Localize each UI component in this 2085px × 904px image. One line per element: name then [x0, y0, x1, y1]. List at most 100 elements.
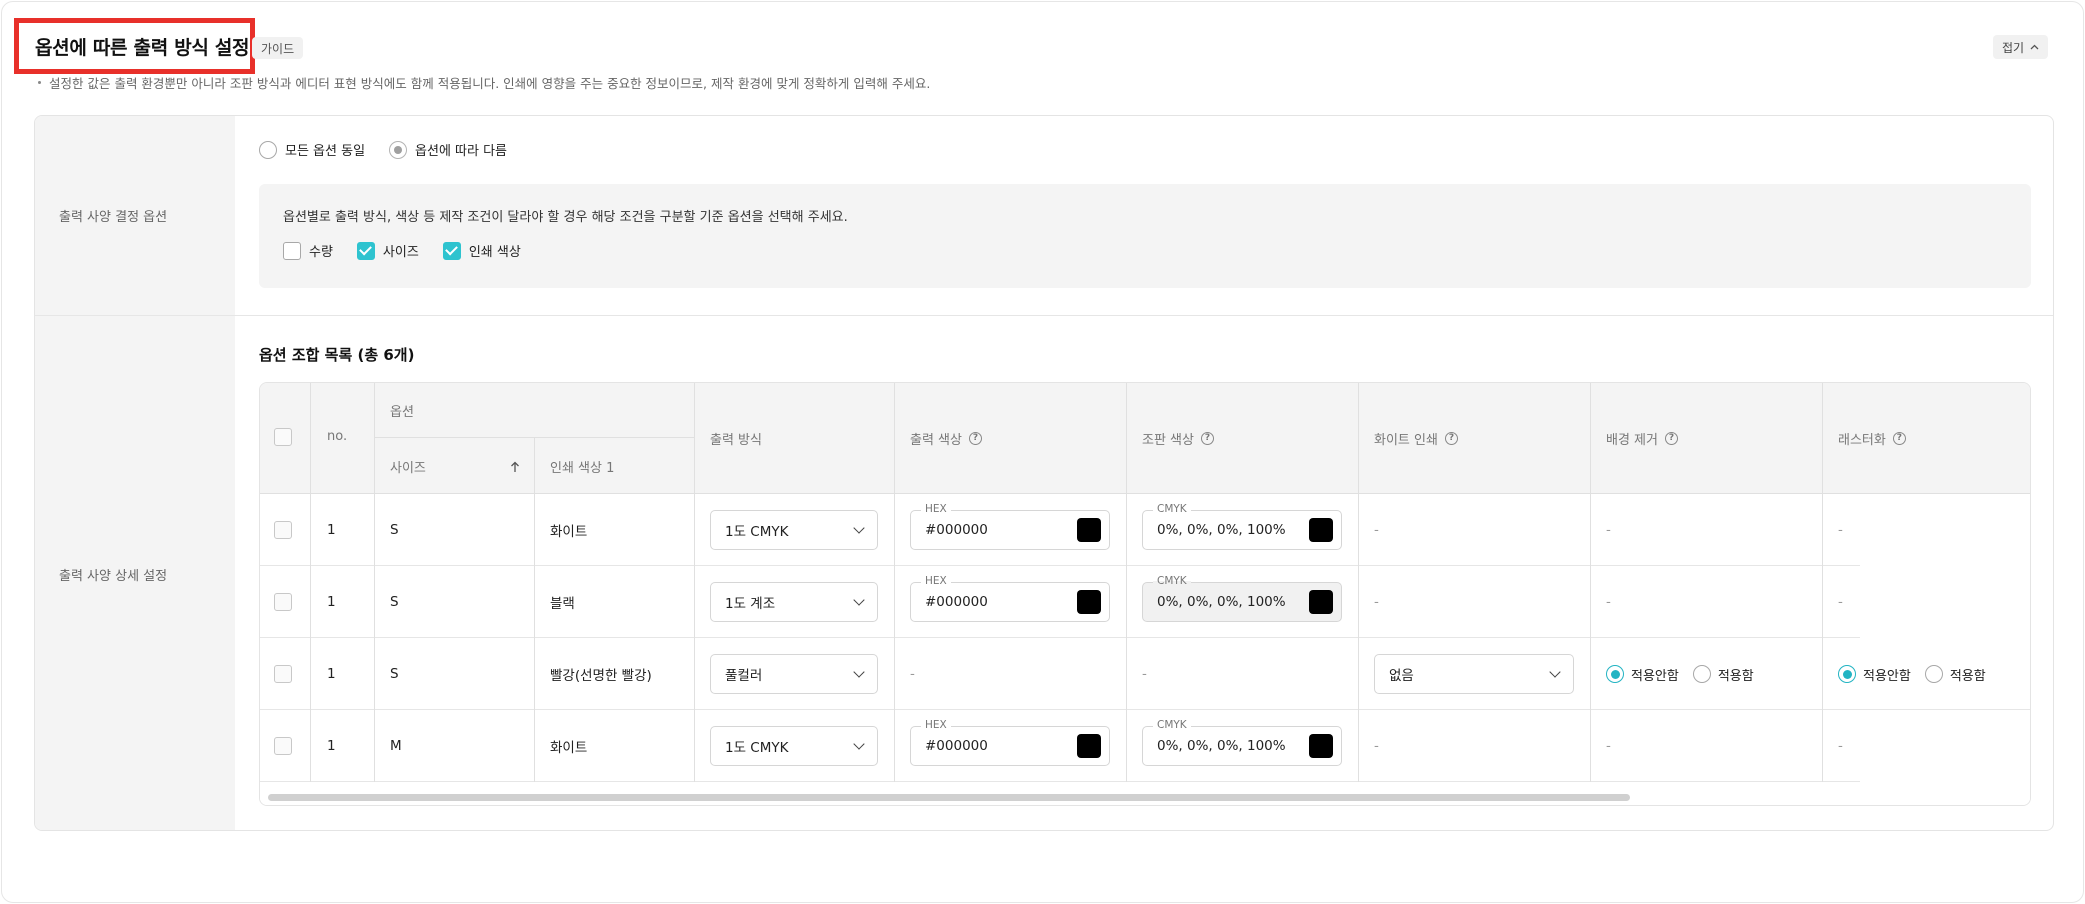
- header-output-color: 출력 색상?: [910, 429, 982, 448]
- output-method-select[interactable]: 1도 계조: [710, 582, 878, 622]
- chevron-down-icon: [853, 594, 865, 606]
- row-no: 1: [327, 594, 336, 610]
- hex-color-field[interactable]: HEX #000000: [910, 503, 1110, 550]
- output-method-select[interactable]: 1도 CMYK: [710, 726, 878, 766]
- row-checkbox[interactable]: [274, 494, 292, 566]
- help-icon[interactable]: ?: [968, 432, 982, 445]
- help-icon[interactable]: ?: [1664, 432, 1678, 445]
- bg-removal-on-radio[interactable]: 적용함: [1692, 665, 1754, 684]
- color-swatch[interactable]: [1309, 734, 1333, 758]
- condition-text: 옵션별로 출력 방식, 색상 등 제작 조건이 달라야 할 경우 해당 조건을 …: [283, 210, 848, 225]
- table-row: 1 M 화이트 1도 CMYK HEX #000000 CMYK 0%, 0%,…: [260, 710, 1860, 782]
- header-option-group: 옵션: [390, 405, 414, 420]
- color-swatch[interactable]: [1077, 518, 1101, 542]
- checkbox-label: 사이즈: [382, 245, 419, 260]
- checkbox-quantity[interactable]: 수량: [283, 241, 333, 260]
- hex-color-field[interactable]: HEX #000000: [910, 719, 1110, 766]
- horizontal-scrollbar[interactable]: [260, 789, 2030, 805]
- row-print-color: 블랙: [550, 596, 575, 612]
- checkbox-box: [283, 241, 301, 260]
- cmyk-value: 0%, 0%, 0%, 100%: [1157, 522, 1286, 538]
- color-swatch[interactable]: [1309, 518, 1333, 542]
- page-title: 옵션에 따른 출력 방식 설정: [35, 36, 250, 59]
- radio-varies-by-option[interactable]: 옵션에 따라 다름: [389, 140, 507, 159]
- row-print-color: 화이트: [550, 740, 588, 756]
- radio-all-same[interactable]: 모든 옵션 동일: [259, 140, 365, 159]
- hex-value: #000000: [925, 738, 988, 754]
- radio-circle: [1924, 665, 1943, 683]
- radio-label: 모든 옵션 동일: [285, 144, 366, 159]
- description-text: 설정한 값은 출력 환경뿐만 아니라 조판 방식과 에디터 표현 방식에도 함께…: [49, 76, 931, 91]
- cmyk-color-field[interactable]: CMYK 0%, 0%, 0%, 100%: [1142, 719, 1342, 766]
- decision-options-label: 출력 사양 결정 옵션: [35, 116, 235, 315]
- radio-circle-selected: [1606, 665, 1624, 683]
- header-output-color-label: 출력 색상: [910, 433, 962, 448]
- chevron-up-icon: [2030, 44, 2039, 50]
- rasterize-empty: -: [1838, 594, 1843, 610]
- spec-settings-box: 출력 사양 결정 옵션 모든 옵션 동일 옵션에 따라 다름 옵션별로 출력 방…: [34, 115, 2054, 831]
- white-print-empty: -: [1374, 738, 1379, 754]
- row-checkbox[interactable]: [274, 638, 292, 710]
- white-print-value: 없음: [1389, 668, 1414, 684]
- radio-circle-selected: [389, 140, 408, 159]
- bg-removal-radio-group: 적용안함 적용함: [1606, 638, 1754, 710]
- radio-label: 적용안함: [1631, 668, 1679, 684]
- bg-removal-off-radio[interactable]: 적용안함: [1606, 665, 1679, 684]
- collapse-button[interactable]: 접기: [1993, 35, 2049, 59]
- cmyk-field-label: CMYK: [1153, 719, 1191, 731]
- row-no: 1: [327, 666, 336, 682]
- header-size[interactable]: 사이즈: [390, 457, 520, 476]
- hex-color-field[interactable]: HEX #000000: [910, 575, 1110, 622]
- white-print-empty: -: [1374, 522, 1379, 538]
- checkbox-box: [274, 428, 292, 446]
- scrollbar-thumb[interactable]: [268, 794, 1630, 801]
- hex-value: #000000: [925, 594, 988, 610]
- checkbox-box-checked: [356, 241, 375, 260]
- cmyk-field-label: CMYK: [1153, 503, 1191, 515]
- header-size-label: 사이즈: [390, 461, 426, 476]
- bg-removal-empty: -: [1606, 738, 1611, 754]
- help-icon[interactable]: ?: [1892, 432, 1906, 445]
- header-print-color-1: 인쇄 색상 1: [550, 461, 615, 476]
- rasterize-off-radio[interactable]: 적용안함: [1838, 665, 1911, 684]
- detail-settings-row: 출력 사양 상세 설정 옵션 조합 목록 (총 6개) no. 옵션 사이즈 인…: [35, 316, 2053, 830]
- chevron-down-icon: [853, 666, 865, 678]
- rasterize-radio-group: 적용안함 적용함: [1838, 638, 1986, 710]
- header-bg-removal-label: 배경 제거: [1606, 433, 1658, 448]
- radio-label: 적용함: [1949, 668, 1986, 684]
- white-print-select[interactable]: 없음: [1374, 654, 1574, 694]
- help-icon[interactable]: ?: [1444, 432, 1458, 445]
- row-no: 1: [327, 522, 336, 538]
- hex-field-label: HEX: [921, 719, 951, 731]
- output-method-select[interactable]: 풀컬러: [710, 654, 878, 694]
- color-swatch: [1309, 590, 1333, 614]
- radio-circle: [1692, 665, 1711, 683]
- select-all-checkbox[interactable]: [274, 428, 292, 446]
- rasterize-on-radio[interactable]: 적용함: [1924, 665, 1986, 684]
- checkbox-print-color[interactable]: 인쇄 색상: [442, 241, 521, 260]
- checkbox-size[interactable]: 사이즈: [356, 241, 419, 260]
- help-icon[interactable]: ?: [1200, 432, 1214, 445]
- color-swatch[interactable]: [1077, 734, 1101, 758]
- output-method-select[interactable]: 1도 CMYK: [710, 510, 878, 550]
- header-rasterize: 래스터화?: [1838, 429, 1906, 448]
- radio-circle-selected: [1838, 665, 1856, 683]
- bg-removal-empty: -: [1606, 594, 1611, 610]
- checkbox-box: [274, 665, 292, 683]
- output-color-empty: -: [910, 666, 915, 682]
- chevron-down-icon: [1549, 666, 1561, 678]
- color-swatch[interactable]: [1077, 590, 1101, 614]
- decision-options-row: 출력 사양 결정 옵션 모든 옵션 동일 옵션에 따라 다름 옵션별로 출력 방…: [35, 116, 2053, 316]
- page-title-container: 옵션에 따른 출력 방식 설정: [14, 18, 255, 74]
- row-checkbox[interactable]: [274, 566, 292, 638]
- cmyk-color-field[interactable]: CMYK 0%, 0%, 0%, 100%: [1142, 503, 1342, 550]
- row-print-color: 빨강(선명한 빨강): [550, 668, 652, 684]
- radio-label: 옵션에 따라 다름: [415, 144, 508, 159]
- guide-badge[interactable]: 가이드: [252, 37, 304, 59]
- checkbox-box: [274, 593, 292, 611]
- rasterize-empty: -: [1838, 522, 1843, 538]
- row-checkbox[interactable]: [274, 710, 292, 782]
- header-rasterize-label: 래스터화: [1838, 433, 1886, 448]
- bullet-icon: [38, 81, 41, 84]
- condition-box: 옵션별로 출력 방식, 색상 등 제작 조건이 달라야 할 경우 해당 조건을 …: [259, 184, 2031, 288]
